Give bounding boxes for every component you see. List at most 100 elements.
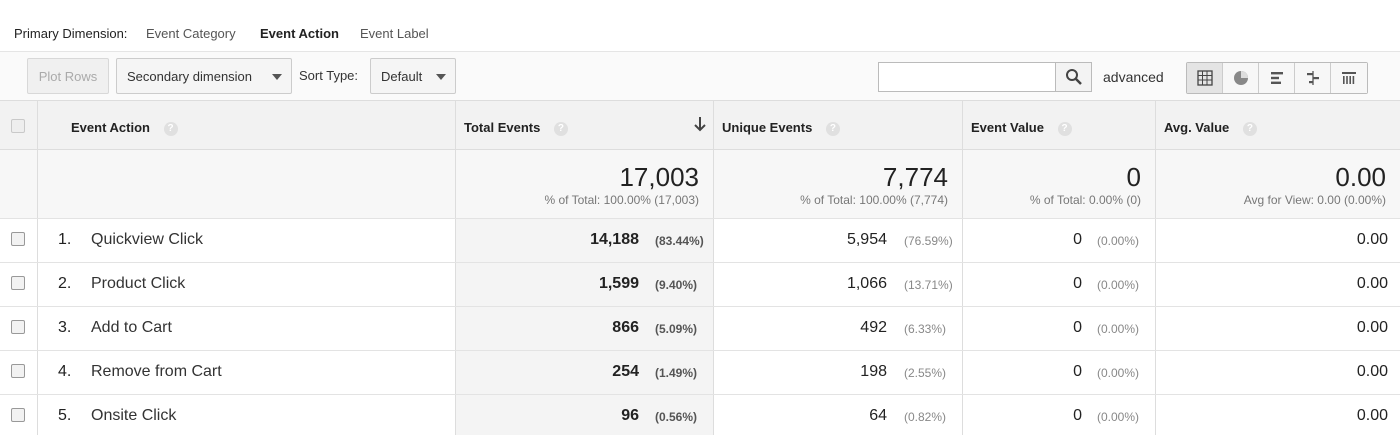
table-row: 5. Onsite Click 96 (0.56%) 64 (0.82%) 0 … bbox=[0, 395, 1400, 435]
pie-view-button[interactable] bbox=[1223, 63, 1259, 93]
unique-events-value: 1,066 bbox=[846, 275, 887, 292]
col-event-action[interactable]: Event Action ? bbox=[38, 101, 456, 149]
search-icon bbox=[1065, 69, 1082, 85]
row-checkbox[interactable] bbox=[11, 320, 25, 334]
event-value-value: 0 bbox=[1073, 363, 1082, 380]
table-row: 4. Remove from Cart 254 (1.49%) 198 (2.5… bbox=[0, 351, 1400, 395]
avg-value-value: 0.00 bbox=[1356, 407, 1388, 424]
event-value-total-sub: % of Total: 0.00% (0) bbox=[1029, 193, 1141, 207]
col-unique-events[interactable]: Unique Events ? bbox=[714, 101, 963, 149]
unique-events-pct: (76.59%) bbox=[904, 234, 953, 248]
avg-value-value: 0.00 bbox=[1356, 319, 1388, 336]
event-action-link[interactable]: Remove from Cart bbox=[91, 363, 222, 381]
pivot-view-button[interactable] bbox=[1331, 63, 1367, 93]
event-value-pct: (0.00%) bbox=[1097, 410, 1140, 424]
event-value-value: 0 bbox=[1073, 275, 1082, 292]
total-events-total: 17,003 bbox=[619, 162, 699, 192]
total-events-value: 1,599 bbox=[598, 275, 639, 292]
secondary-dimension-dropdown[interactable]: Secondary dimension bbox=[116, 58, 292, 94]
row-checkbox[interactable] bbox=[11, 276, 25, 290]
unique-events-pct: (6.33%) bbox=[904, 322, 947, 336]
sort-descending-icon bbox=[694, 117, 706, 132]
total-events-pct: (1.49%) bbox=[655, 366, 698, 380]
total-events-value: 866 bbox=[612, 319, 639, 336]
unique-events-value: 198 bbox=[860, 363, 887, 380]
sort-type-dropdown[interactable]: Default bbox=[370, 58, 456, 94]
event-action-link[interactable]: Add to Cart bbox=[91, 319, 172, 337]
data-table: Event Action ? Total Events ? Unique Eve… bbox=[0, 100, 1400, 435]
totals-row: 17,003 % of Total: 100.00% (17,003) 7,77… bbox=[0, 150, 1400, 219]
event-action-link[interactable]: Product Click bbox=[91, 275, 185, 293]
total-events-value: 254 bbox=[612, 363, 639, 380]
performance-view-button[interactable] bbox=[1259, 63, 1295, 93]
total-events-pct: (9.40%) bbox=[655, 278, 698, 292]
event-value-pct: (0.00%) bbox=[1097, 322, 1140, 336]
event-value-value: 0 bbox=[1073, 319, 1082, 336]
unique-events-pct: (2.55%) bbox=[904, 366, 947, 380]
total-events-value: 96 bbox=[621, 407, 639, 424]
avg-value-value: 0.00 bbox=[1356, 231, 1388, 248]
plot-rows-button[interactable]: Plot Rows bbox=[27, 58, 109, 94]
col-avg-value-label: Avg. Value bbox=[1164, 120, 1230, 135]
avg-value-value: 0.00 bbox=[1356, 275, 1388, 292]
avg-value-total-sub: Avg for View: 0.00 (0.00%) bbox=[1243, 193, 1386, 207]
chevron-down-icon bbox=[436, 74, 446, 80]
help-icon[interactable]: ? bbox=[163, 122, 178, 136]
total-events-total-sub: % of Total: 100.00% (17,003) bbox=[544, 193, 699, 207]
row-checkbox[interactable] bbox=[11, 364, 25, 378]
total-events-pct: (83.44%) bbox=[655, 234, 704, 248]
comparison-view-button[interactable] bbox=[1295, 63, 1331, 93]
event-value-total: 0 bbox=[1126, 162, 1141, 192]
col-total-events-label: Total Events bbox=[464, 120, 541, 135]
select-all-checkbox[interactable] bbox=[11, 119, 25, 133]
table-header: Event Action ? Total Events ? Unique Eve… bbox=[0, 100, 1400, 150]
unique-events-value: 64 bbox=[869, 407, 887, 424]
secondary-dimension-label: Secondary dimension bbox=[127, 68, 253, 84]
unique-events-value: 5,954 bbox=[846, 231, 887, 248]
dimension-event-action[interactable]: Event Action bbox=[260, 26, 339, 41]
search-button[interactable] bbox=[1055, 62, 1092, 92]
table-view-icon bbox=[1196, 70, 1213, 86]
col-event-action-label: Event Action bbox=[71, 120, 150, 135]
sort-type-value: Default bbox=[381, 68, 423, 84]
dimension-event-label[interactable]: Event Label bbox=[360, 26, 429, 41]
unique-events-total-sub: % of Total: 100.00% (7,774) bbox=[800, 193, 948, 207]
view-switcher bbox=[1186, 62, 1368, 94]
event-value-pct: (0.00%) bbox=[1097, 366, 1140, 380]
help-icon[interactable]: ? bbox=[553, 122, 568, 136]
help-icon[interactable]: ? bbox=[1057, 122, 1072, 136]
row-index: 4. bbox=[58, 363, 72, 380]
row-checkbox[interactable] bbox=[11, 408, 25, 422]
table-view-button[interactable] bbox=[1187, 63, 1223, 93]
col-unique-events-label: Unique Events bbox=[722, 120, 813, 135]
row-index: 1. bbox=[58, 231, 72, 248]
sort-type-label: Sort Type: bbox=[299, 68, 359, 83]
unique-events-pct: (0.82%) bbox=[904, 410, 947, 424]
event-value-value: 0 bbox=[1073, 407, 1082, 424]
row-checkbox[interactable] bbox=[11, 232, 25, 246]
event-value-pct: (0.00%) bbox=[1097, 234, 1140, 248]
total-events-value: 14,188 bbox=[590, 231, 639, 248]
help-icon[interactable]: ? bbox=[1242, 122, 1257, 136]
row-index: 2. bbox=[58, 275, 72, 292]
event-action-link[interactable]: Onsite Click bbox=[91, 407, 176, 425]
dimension-event-category[interactable]: Event Category bbox=[146, 26, 236, 41]
table-row: 2. Product Click 1,599 (9.40%) 1,066 (13… bbox=[0, 263, 1400, 307]
help-icon[interactable]: ? bbox=[825, 122, 840, 136]
table-row: 1. Quickview Click 14,188 (83.44%) 5,954… bbox=[0, 219, 1400, 263]
avg-value-value: 0.00 bbox=[1356, 363, 1388, 380]
col-avg-value[interactable]: Avg. Value ? bbox=[1156, 101, 1400, 149]
col-event-value-label: Event Value bbox=[971, 120, 1044, 135]
col-total-events[interactable]: Total Events ? bbox=[456, 101, 714, 149]
advanced-filter-link[interactable]: advanced bbox=[1103, 69, 1164, 85]
event-action-link[interactable]: Quickview Click bbox=[91, 231, 203, 249]
primary-dimension-bar: Primary Dimension: Event Category Event … bbox=[0, 0, 1400, 52]
pie-view-icon bbox=[1233, 71, 1248, 85]
unique-events-value: 492 bbox=[860, 319, 887, 336]
row-index: 5. bbox=[58, 407, 72, 424]
col-event-value[interactable]: Event Value ? bbox=[963, 101, 1156, 149]
chevron-down-icon bbox=[272, 74, 282, 80]
pivot-view-icon bbox=[1342, 72, 1356, 84]
search-input[interactable] bbox=[878, 62, 1056, 92]
event-value-pct: (0.00%) bbox=[1097, 278, 1140, 292]
